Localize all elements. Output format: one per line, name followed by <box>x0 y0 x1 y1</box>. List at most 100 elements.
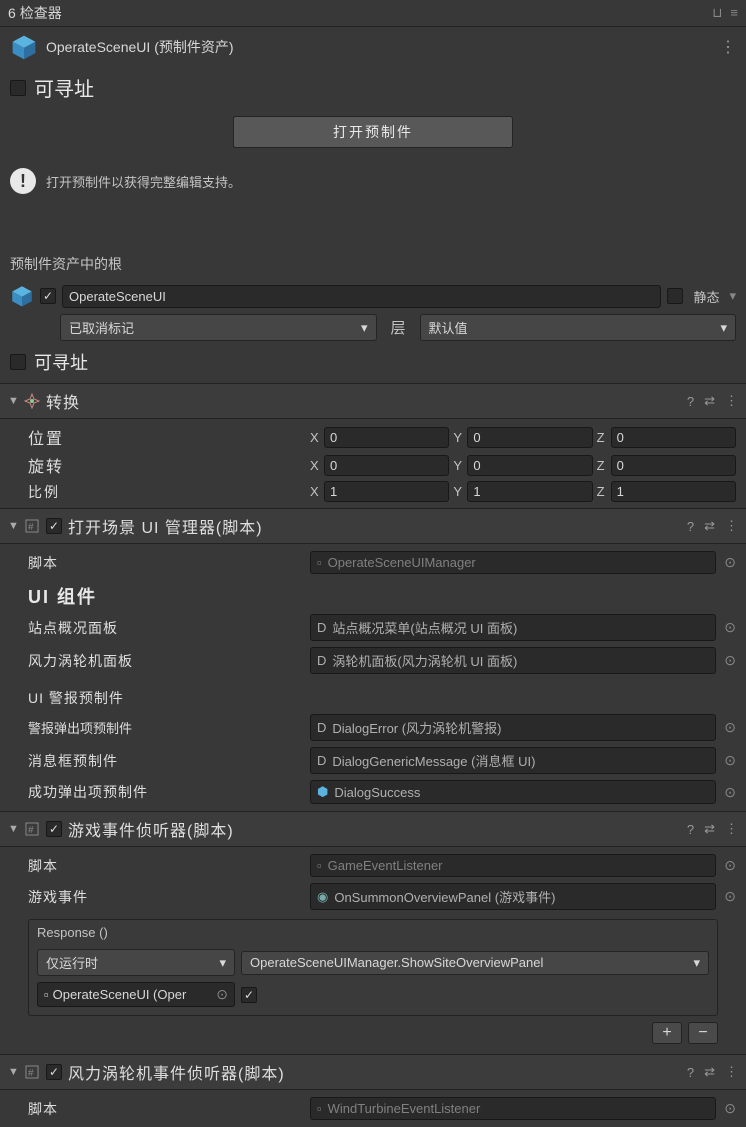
y-label: Y <box>453 458 465 473</box>
scale-row: 比例 X Y Z <box>10 479 736 504</box>
object-picker-icon[interactable]: ⊙ <box>724 1100 736 1117</box>
help-icon[interactable]: ? <box>687 394 694 409</box>
success-popup-field[interactable]: ⬢DialogSuccess <box>310 780 716 804</box>
d-prefix: D <box>317 720 326 735</box>
game-event-listener-header[interactable]: ▼ # 游戏事件侦听器(脚本) ? ⇄ ⋮ <box>0 811 746 847</box>
position-z-input[interactable] <box>611 427 736 448</box>
object-picker-icon[interactable]: ⊙ <box>724 652 736 669</box>
layer-dropdown[interactable]: 默认值▾ <box>420 314 737 341</box>
script-field: ▫OperateSceneUIManager <box>310 551 716 574</box>
game-event-field[interactable]: ◉OnSummonOverviewPanel (游戏事件) <box>310 883 716 910</box>
remove-response-button[interactable]: − <box>688 1022 718 1044</box>
scale-y-input[interactable] <box>467 481 592 502</box>
position-x-input[interactable] <box>324 427 449 448</box>
x-label: X <box>310 458 322 473</box>
component-menu-icon[interactable]: ⋮ <box>725 393 738 409</box>
transform-header[interactable]: ▼ 转换 ? ⇄ ⋮ <box>0 383 746 419</box>
tag-dropdown[interactable]: 已取消标记▾ <box>60 314 377 341</box>
transform-icon <box>24 393 40 409</box>
inspector-tab-header: 6 检查器 ⊔ ≡ <box>0 0 746 27</box>
rotation-z-input[interactable] <box>611 455 736 476</box>
prefab-context-menu-icon[interactable]: ⋮ <box>720 37 736 57</box>
callback-dropdown[interactable]: OperateSceneUIManager.ShowSiteOverviewPa… <box>241 951 709 975</box>
lock-icon[interactable]: ⊔ <box>712 5 722 21</box>
msg-prefab-field[interactable]: DDialogGenericMessage (消息框 UI) <box>310 747 716 774</box>
help-icon[interactable]: ? <box>687 822 694 837</box>
wind-turbine-listener-body: 脚本 ▫WindTurbineEventListener⊙ <box>0 1090 746 1127</box>
response-target-field[interactable]: ▫OperateSceneUI (Oper⊙ <box>37 982 235 1007</box>
add-response-button[interactable]: + <box>652 1022 682 1044</box>
tag-value: 已取消标记 <box>69 318 134 337</box>
runtime-mode-dropdown[interactable]: 仅运行时▾ <box>37 949 235 976</box>
site-panel-field[interactable]: D站点概况菜单(站点概况 UI 面板) <box>310 614 716 641</box>
open-prefab-row: 打开预制件 <box>0 108 746 160</box>
addressable-checkbox[interactable] <box>10 80 26 96</box>
go-addressable-checkbox[interactable] <box>10 354 26 370</box>
response-arg-checkbox[interactable] <box>241 987 257 1003</box>
game-event-label: 游戏事件 <box>10 887 310 907</box>
response-target-value: OperateSceneUI (Oper <box>53 987 187 1002</box>
static-checkbox[interactable] <box>667 288 683 304</box>
foldout-icon[interactable]: ▼ <box>8 823 18 835</box>
scale-x-input[interactable] <box>324 481 449 502</box>
tab-menu-icon[interactable]: ≡ <box>730 5 738 21</box>
response-list-controls: + − <box>10 1016 736 1050</box>
open-prefab-button[interactable]: 打开预制件 <box>233 116 513 148</box>
static-dropdown-arrow[interactable]: ▾ <box>729 288 736 304</box>
help-icon[interactable]: ? <box>687 519 694 534</box>
component-enabled-checkbox[interactable] <box>46 518 62 534</box>
chevron-down-icon: ▾ <box>693 955 700 971</box>
x-label: X <box>310 430 322 445</box>
preset-icon[interactable]: ⇄ <box>704 393 715 409</box>
script-value: OperateSceneUIManager <box>328 555 476 570</box>
callback-value: OperateSceneUIManager.ShowSiteOverviewPa… <box>250 955 543 970</box>
script-field: ▫WindTurbineEventListener <box>310 1097 716 1120</box>
scale-z-input[interactable] <box>611 481 736 502</box>
foldout-icon[interactable]: ▼ <box>8 395 18 407</box>
turbine-panel-label: 风力涡轮机面板 <box>10 651 310 671</box>
addressable-row: 可寻址 <box>0 67 746 108</box>
component-menu-icon[interactable]: ⋮ <box>725 518 738 534</box>
rotation-y-input[interactable] <box>467 455 592 476</box>
z-label: Z <box>597 458 609 473</box>
go-active-checkbox[interactable] <box>40 288 56 304</box>
object-picker-icon[interactable]: ⊙ <box>724 619 736 636</box>
alert-popup-field[interactable]: DDialogError (风力涡轮机警报) <box>310 714 716 741</box>
foldout-icon[interactable]: ▼ <box>8 520 18 532</box>
transform-title: 转换 <box>46 389 681 413</box>
object-picker-icon[interactable]: ⊙ <box>724 857 736 874</box>
preset-icon[interactable]: ⇄ <box>704 1064 715 1080</box>
wind-turbine-listener-header[interactable]: ▼ # 风力涡轮机事件侦听器(脚本) ? ⇄ ⋮ <box>0 1054 746 1090</box>
component-menu-icon[interactable]: ⋮ <box>725 821 738 837</box>
turbine-panel-value: 涡轮机面板(风力涡轮机 UI 面板) <box>332 651 517 670</box>
object-picker-icon[interactable]: ⊙ <box>724 554 736 571</box>
component-menu-icon[interactable]: ⋮ <box>725 1064 738 1080</box>
y-label: Y <box>453 484 465 499</box>
svg-text:#: # <box>28 1068 34 1079</box>
scene-ui-manager-body: 脚本 ▫OperateSceneUIManager⊙ UI 组件 站点概况面板 … <box>0 544 746 811</box>
response-heading: Response () <box>29 920 717 945</box>
position-y-input[interactable] <box>467 427 592 448</box>
script-icon: # <box>24 1064 40 1080</box>
scene-ui-manager-header[interactable]: ▼ # 打开场景 UI 管理器(脚本) ? ⇄ ⋮ <box>0 508 746 544</box>
object-picker-icon[interactable]: ⊙ <box>216 986 228 1003</box>
component-enabled-checkbox[interactable] <box>46 821 62 837</box>
response-box: Response () 仅运行时▾ OperateSceneUIManager.… <box>28 919 718 1016</box>
prefab-name: OperateSceneUI <box>46 39 150 55</box>
object-picker-icon[interactable]: ⊙ <box>724 888 736 905</box>
script-file-icon: ▫ <box>317 1101 322 1116</box>
object-picker-icon[interactable]: ⊙ <box>724 752 736 769</box>
preset-icon[interactable]: ⇄ <box>704 518 715 534</box>
object-picker-icon[interactable]: ⊙ <box>724 719 736 736</box>
go-name-input[interactable] <box>62 285 661 308</box>
turbine-panel-field[interactable]: D涡轮机面板(风力涡轮机 UI 面板) <box>310 647 716 674</box>
foldout-icon[interactable]: ▼ <box>8 1066 18 1078</box>
component-enabled-checkbox[interactable] <box>46 1064 62 1080</box>
prefab-header: OperateSceneUI (预制件资产) ⋮ <box>0 27 746 67</box>
go-addressable-row: 可寻址 <box>0 345 746 383</box>
help-icon[interactable]: ? <box>687 1065 694 1080</box>
rotation-x-input[interactable] <box>324 455 449 476</box>
transform-body: 位置 X Y Z 旋转 X Y Z 比例 X Y Z <box>0 419 746 508</box>
preset-icon[interactable]: ⇄ <box>704 821 715 837</box>
object-picker-icon[interactable]: ⊙ <box>724 784 736 801</box>
